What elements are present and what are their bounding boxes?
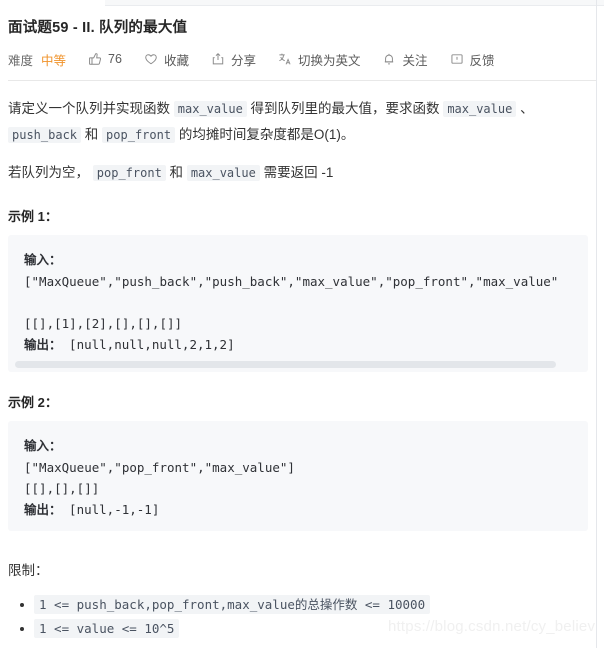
desc-p1-code-3: push_back	[8, 127, 82, 143]
example-2-input-label: 输入：	[24, 439, 62, 453]
list-item: 1 <= push_back,pop_front,max_value的总操作数 …	[20, 593, 588, 616]
heart-icon	[144, 52, 158, 66]
feedback-label: 反馈	[469, 53, 495, 68]
example-1-input-label: 输入：	[24, 253, 62, 267]
example-2-input-line-2: [[],[],[]]	[24, 481, 100, 496]
desc-p2-text-3: 需要返回 -1	[259, 165, 334, 180]
desc-p1-text-2: 得到队列里的最大值，要求函数	[246, 101, 444, 116]
desc-p1-code-1: max_value	[173, 101, 247, 117]
feedback-button[interactable]: 反馈	[450, 50, 495, 69]
example-1-horizontal-scrollbar[interactable]	[8, 361, 588, 368]
example-2-input-line-1: ["MaxQueue","pop_front","max_value"]	[24, 460, 295, 475]
thumbs-up-icon	[88, 52, 102, 66]
favorite-label: 收藏	[163, 53, 189, 68]
desc-p1-text-1: 请定义一个队列并实现函数	[8, 101, 174, 116]
page-title: 面试题59 - II. 队列的最大值	[8, 20, 188, 36]
subscribe-label: 关注	[402, 53, 428, 68]
example-1-scrollbar-thumb[interactable]	[15, 361, 556, 368]
desc-p1-text-4: 和	[81, 127, 103, 142]
header-divider	[8, 80, 596, 81]
example-2-output-value: [null,-1,-1]	[61, 502, 160, 517]
like-button[interactable]: 76	[88, 52, 122, 66]
example-2-content: 输入： ["MaxQueue","pop_front","max_value"]…	[8, 435, 588, 521]
bell-icon	[382, 52, 396, 66]
example-1-input-line-1: ["MaxQueue","push_back","push_back","max…	[24, 274, 559, 289]
constraint-item-1: 1 <= push_back,pop_front,max_value的总操作数 …	[34, 595, 431, 614]
example-1-output-value: [null,null,null,2,1,2]	[61, 337, 235, 352]
favorite-button[interactable]: 收藏	[144, 50, 189, 69]
description-paragraph-1: 请定义一个队列并实现函数 max_value 得到队列里的最大值，要求函数 ma…	[8, 96, 588, 148]
example-2-codeblock[interactable]: 输入： ["MaxQueue","pop_front","max_value"]…	[8, 421, 588, 531]
example-2-output-label: 输出：	[24, 503, 62, 517]
example-2-label: 示例 2：	[8, 395, 58, 410]
example-1-codeblock[interactable]: 输入： ["MaxQueue","push_back","push_back",…	[8, 235, 588, 372]
share-icon	[211, 52, 225, 66]
example-1-input-line-3: [[],[1],[2],[],[],[]]	[24, 316, 183, 331]
share-label: 分享	[230, 53, 256, 68]
share-button[interactable]: 分享	[211, 50, 256, 69]
desc-p2-text-1: 若队列为空，	[8, 165, 93, 180]
desc-p1-text-3: 、	[516, 101, 534, 116]
desc-p1-code-2: max_value	[443, 101, 517, 117]
difficulty-value: 中等	[41, 53, 67, 68]
example-1-content: 输入： ["MaxQueue","push_back","push_back",…	[8, 249, 588, 356]
example-1-label: 示例 1：	[8, 209, 58, 224]
desc-p1-text-5: 的均摊时间复杂度都是O(1)。	[175, 127, 355, 142]
desc-p2-code-1: pop_front	[92, 165, 166, 181]
feedback-icon	[450, 52, 464, 66]
difficulty-label: 难度	[8, 53, 34, 68]
translate-button[interactable]: 切换为英文	[278, 50, 361, 69]
right-panel-divider	[596, 0, 597, 648]
constraints-label: 限制：	[8, 563, 49, 578]
desc-p2-text-2: 和	[165, 165, 187, 180]
desc-p2-code-2: max_value	[186, 165, 260, 181]
subscribe-button[interactable]: 关注	[382, 50, 428, 69]
translate-icon	[278, 52, 292, 66]
example-1-output-label: 输出：	[24, 338, 62, 352]
difficulty-indicator: 难度 中等	[8, 50, 66, 69]
constraint-item-2: 1 <= value <= 10^5	[34, 619, 180, 638]
list-item: 1 <= value <= 10^5	[20, 617, 588, 640]
translate-label: 切换为英文	[297, 53, 361, 68]
desc-p1-code-4: pop_front	[102, 127, 176, 143]
problem-action-bar: 难度 中等 76 收藏 分享 切换为英文 关注 反馈	[8, 49, 588, 69]
like-count: 76	[108, 52, 122, 66]
description-paragraph-2: 若队列为空， pop_front 和 max_value 需要返回 -1	[8, 160, 588, 186]
problem-panel: 面试题59 - II. 队列的最大值 难度 中等 76 收藏 分享 切换为英文 …	[0, 0, 596, 648]
constraints-list: 1 <= push_back,pop_front,max_value的总操作数 …	[8, 593, 588, 640]
